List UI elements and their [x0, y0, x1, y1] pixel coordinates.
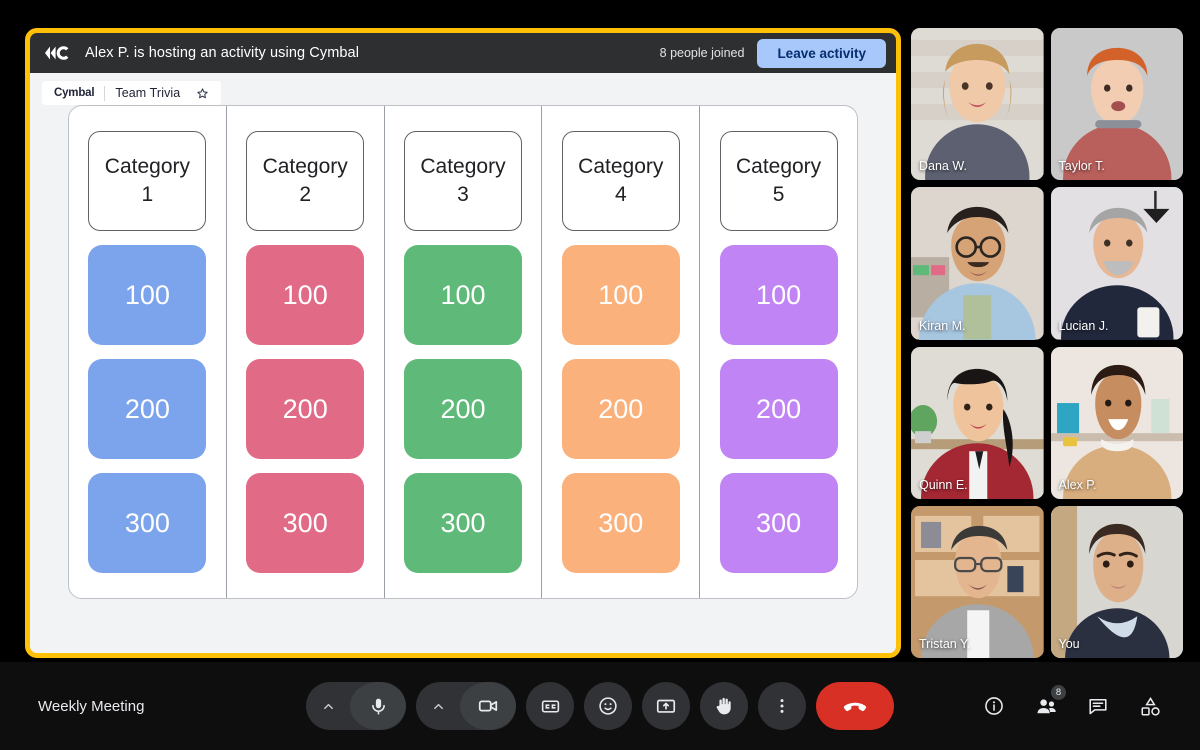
points-tile[interactable]: 100: [561, 245, 680, 345]
board-column: Category 4 100 200 300: [542, 106, 701, 598]
activities-icon[interactable]: [1128, 684, 1172, 728]
participant-tile[interactable]: Dana W.: [911, 28, 1044, 181]
category-card[interactable]: Category 4: [561, 131, 680, 231]
tab-divider: [104, 85, 106, 101]
points-tile[interactable]: 200: [561, 359, 680, 459]
right-controls: 8: [972, 684, 1172, 728]
leave-activity-button[interactable]: Leave activity: [757, 38, 886, 68]
participant-tile[interactable]: Alex P.: [1050, 346, 1183, 499]
emoji-reaction-icon[interactable]: [584, 682, 632, 730]
category-card[interactable]: Category 2: [246, 131, 365, 231]
board-column: Category 3 100 200 300: [385, 106, 543, 598]
participant-video: [911, 346, 1044, 499]
participant-name: Taylor T.: [1058, 159, 1105, 174]
participant-name: Kiran M.: [919, 318, 966, 333]
points-tile[interactable]: 200: [403, 359, 522, 459]
joined-count: 8 people joined: [659, 46, 745, 60]
participant-video: [911, 505, 1044, 658]
category-card[interactable]: Category 3: [403, 131, 522, 231]
cymbal-app-body: Cymbal Team Trivia Category 1 100 200 300: [30, 73, 896, 653]
activity-panel: Alex P. is hosting an activity using Cym…: [25, 28, 901, 658]
participant-name: Quinn E.: [919, 477, 968, 492]
participant-grid: Dana W. Taylor T. Kiran M. Lucian J. Qui…: [911, 28, 1183, 658]
points-tile[interactable]: 200: [719, 359, 838, 459]
board-column: Category 2 100 200 300: [227, 106, 385, 598]
more-options-icon[interactable]: [758, 682, 806, 730]
participant-tile[interactable]: Tristan Y.: [911, 505, 1044, 658]
chevron-up-icon[interactable]: [306, 682, 350, 730]
participant-tile-self[interactable]: You: [1050, 505, 1183, 658]
people-icon[interactable]: 8: [1024, 684, 1068, 728]
center-controls: [306, 682, 894, 730]
activity-header: Alex P. is hosting an activity using Cym…: [30, 33, 896, 73]
points-tile[interactable]: 200: [246, 359, 365, 459]
chat-icon[interactable]: [1076, 684, 1120, 728]
activity-tab-title: Team Trivia: [115, 86, 181, 100]
participant-video: [911, 28, 1044, 181]
host-banner-text: Alex P. is hosting an activity using Cym…: [85, 45, 360, 61]
people-badge: 8: [1051, 685, 1066, 700]
participant-tile[interactable]: Kiran M.: [911, 187, 1044, 340]
points-tile[interactable]: 100: [246, 245, 365, 345]
participant-name: Alex P.: [1058, 477, 1097, 492]
meeting-toolbar: Weekly Meeting 8: [0, 662, 1200, 750]
participant-tile[interactable]: Quinn E.: [911, 346, 1044, 499]
closed-captions-icon[interactable]: [526, 682, 574, 730]
end-call-icon[interactable]: [816, 682, 894, 730]
participant-name: Tristan Y.: [919, 637, 971, 651]
points-tile[interactable]: 100: [88, 245, 207, 345]
participant-video: [911, 187, 1044, 340]
points-tile[interactable]: 300: [719, 473, 838, 573]
category-card[interactable]: Category 5: [719, 131, 838, 231]
activity-header-actions: 8 people joined Leave activity: [659, 38, 886, 68]
board-column: Category 5 100 200 300: [700, 106, 857, 598]
points-tile[interactable]: 100: [719, 245, 838, 345]
cymbal-brand-label: Cymbal: [54, 87, 95, 99]
star-outline-icon[interactable]: [196, 87, 209, 100]
video-camera-icon[interactable]: [460, 682, 516, 730]
participant-video: [1050, 187, 1183, 340]
category-card[interactable]: Category 1: [88, 131, 207, 231]
chevron-up-icon[interactable]: [416, 682, 460, 730]
participant-video: [1050, 28, 1183, 181]
meeting-title: Weekly Meeting: [38, 697, 145, 715]
participant-tile[interactable]: Lucian J.: [1050, 187, 1183, 340]
participant-video: [1050, 346, 1183, 499]
cymbal-tab[interactable]: Cymbal Team Trivia: [42, 81, 222, 105]
participant-video: [1050, 505, 1183, 658]
points-tile[interactable]: 300: [246, 473, 365, 573]
raise-hand-icon[interactable]: [700, 682, 748, 730]
present-screen-icon[interactable]: [642, 682, 690, 730]
participant-name: Lucian J.: [1058, 318, 1109, 333]
info-icon[interactable]: [972, 684, 1016, 728]
trivia-board: Category 1 100 200 300 Category 2 100 200 …: [68, 105, 858, 599]
board-column: Category 1 100 200 300: [69, 106, 227, 598]
microphone-icon[interactable]: [350, 682, 406, 730]
meet-window: Alex P. is hosting an activity using Cym…: [0, 0, 1200, 750]
points-tile[interactable]: 300: [403, 473, 522, 573]
points-tile[interactable]: 100: [403, 245, 522, 345]
participant-name: You: [1058, 637, 1080, 651]
points-tile[interactable]: 300: [561, 473, 680, 573]
microphone-control: [306, 682, 406, 730]
points-tile[interactable]: 300: [88, 473, 207, 573]
cymbal-tabbar: Cymbal Team Trivia: [30, 73, 896, 105]
points-tile[interactable]: 200: [88, 359, 207, 459]
cymbal-logo: [42, 44, 72, 62]
participant-tile[interactable]: Taylor T.: [1050, 28, 1183, 181]
participant-name: Dana W.: [919, 159, 967, 174]
camera-control: [416, 682, 516, 730]
